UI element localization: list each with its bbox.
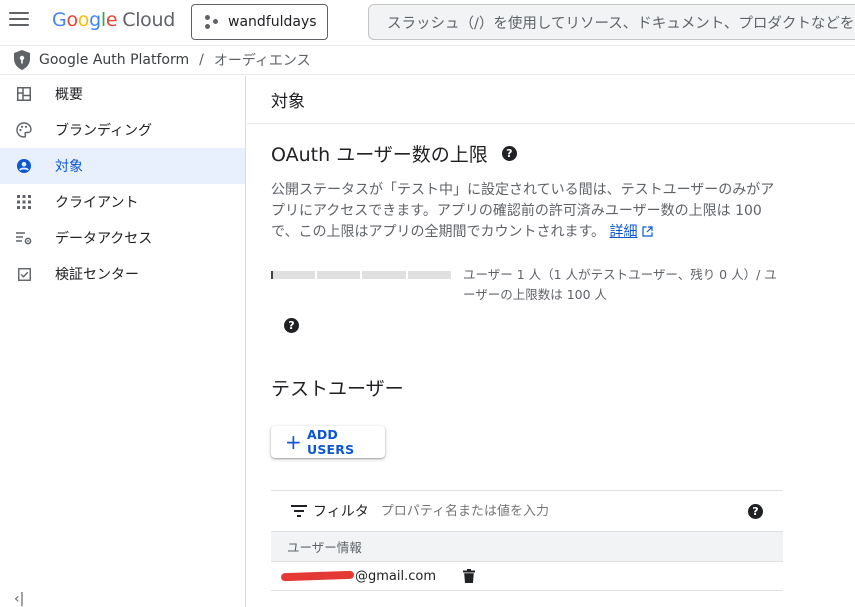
- sidebar-item-label: ブランディング: [55, 123, 153, 139]
- sidebar-item-overview[interactable]: 概要: [0, 76, 245, 112]
- collapse-sidebar-icon[interactable]: ‹|: [14, 591, 24, 607]
- project-picker-button[interactable]: wandfuldays: [191, 4, 328, 40]
- filter-label: フィルタ: [313, 504, 369, 520]
- account-circle-icon: [15, 157, 33, 175]
- sidebar-item-label: データアクセス: [55, 231, 153, 247]
- user-limit-header: OAuth ユーザー数の上限 ?: [271, 140, 783, 167]
- main-content: 対象 OAuth ユーザー数の上限 ? 公開ステータスが「テスト中」に設定されて…: [247, 76, 855, 607]
- search-placeholder: スラッシュ（/）を使用してリソース、ドキュメント、プロダクトなどを検索: [387, 15, 855, 32]
- sidebar-item-clients[interactable]: クライアント: [0, 184, 245, 220]
- help-icon[interactable]: ?: [284, 318, 299, 333]
- logo-cloud-text: Cloud: [122, 9, 176, 31]
- help-icon[interactable]: ?: [501, 146, 517, 161]
- filter-icon: [291, 505, 307, 517]
- table-row: @gmail.com: [271, 561, 783, 591]
- breadcrumb-separator: /: [199, 52, 204, 68]
- filter-input[interactable]: [380, 503, 721, 519]
- page-title: 対象: [247, 76, 855, 124]
- open-in-new-icon: [642, 226, 653, 237]
- check-box-icon: [15, 265, 33, 283]
- test-users-title: テストユーザー: [271, 378, 404, 400]
- search-input[interactable]: スラッシュ（/）を使用してリソース、ドキュメント、プロダクトなどを検索: [368, 4, 855, 40]
- breadcrumb-current: オーディエンス: [213, 53, 311, 69]
- project-icon: [205, 15, 219, 29]
- details-link-label: 詳細: [609, 224, 638, 240]
- user-limit-title: OAuth ユーザー数の上限: [271, 144, 488, 166]
- redacted-email-mark: [280, 570, 355, 582]
- details-link[interactable]: 詳細: [610, 224, 638, 240]
- apps-grid-icon: [15, 193, 33, 211]
- sidebar-item-branding[interactable]: ブランディング: [0, 112, 245, 148]
- logo-letter: o: [77, 9, 90, 31]
- add-users-label: ADD USERS: [306, 427, 355, 457]
- sidebar-item-label: 対象: [55, 159, 83, 175]
- user-limit-description-block: 公開ステータスが「テスト中」に設定されている間は、テストユーザーのみがアプリにア…: [271, 180, 783, 243]
- sidebar-item-label: クライアント: [55, 195, 139, 211]
- filter-bar: フィルタ ?: [271, 490, 783, 531]
- top-bar: Google Cloud wandfuldays スラッシュ（/）を使用してリソー…: [0, 0, 855, 44]
- sidebar-item-label: 検証センター: [55, 267, 139, 283]
- project-name: wandfuldays: [228, 14, 317, 30]
- logo-letter: o: [66, 9, 78, 31]
- dashboard-icon: [15, 85, 33, 103]
- sidebar-item-label: 概要: [55, 87, 83, 103]
- user-email: @gmail.com: [355, 568, 437, 584]
- sidebar: 概要 ブランディング 対象 クライアント データアクセス 検証センター ‹|: [0, 76, 246, 607]
- delete-icon[interactable]: [463, 569, 475, 583]
- breadcrumb: Google Auth Platform / オーディエンス: [0, 45, 855, 75]
- sidebar-item-data-access[interactable]: データアクセス: [0, 220, 245, 256]
- add-users-button[interactable]: + ADD USERS: [271, 426, 385, 458]
- google-cloud-logo[interactable]: Google Cloud: [52, 9, 175, 31]
- user-limit-description: 公開ステータスが「テスト中」に設定されている間は、テストユーザーのみがアプリにア…: [271, 182, 775, 240]
- logo-letter: g: [89, 9, 101, 31]
- plus-icon: +: [285, 430, 302, 454]
- progress-fill: [271, 271, 273, 279]
- breadcrumb-product[interactable]: Google Auth Platform: [39, 52, 189, 68]
- shield-icon: [14, 50, 30, 70]
- sidebar-item-verification-center[interactable]: 検証センター: [0, 256, 245, 292]
- logo-letter: e: [105, 9, 118, 31]
- help-icon[interactable]: ?: [748, 504, 763, 519]
- sidebar-item-audience[interactable]: 対象: [0, 148, 245, 184]
- column-header-user-info: ユーザー情報: [287, 540, 362, 555]
- data-settings-icon: [15, 229, 33, 247]
- palette-icon: [15, 121, 33, 139]
- main-menu-icon[interactable]: [9, 12, 29, 28]
- logo-letter: G: [52, 9, 67, 31]
- user-limit-progress-bar: [271, 271, 451, 279]
- table-header: ユーザー情報: [271, 531, 783, 561]
- user-count-text: ユーザー 1 人（1 人がテストユーザー、残り 0 人）/ ユーザーの上限数は …: [463, 267, 777, 302]
